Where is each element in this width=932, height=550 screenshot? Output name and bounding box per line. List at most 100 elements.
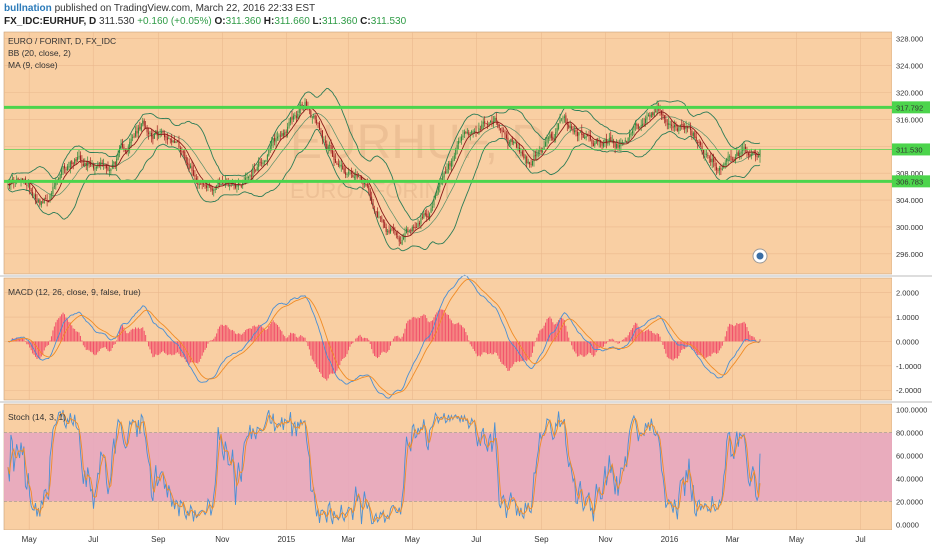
candle-body [455, 149, 457, 156]
candle-body [752, 152, 754, 155]
candle-body [714, 162, 716, 167]
candle-body [513, 141, 515, 144]
candle-body [278, 135, 280, 137]
ma-indicator-label[interactable]: MA (9, close) [8, 60, 58, 70]
candle-body [458, 140, 460, 145]
time-tick-label: Jul [88, 535, 98, 544]
candle-body [72, 163, 74, 165]
candle-body [504, 132, 506, 135]
candle-body [663, 115, 665, 119]
candle-body [503, 131, 505, 132]
candle-body [324, 140, 326, 144]
candle-body [481, 124, 483, 130]
candle-body [376, 211, 378, 218]
candle-body [298, 108, 300, 113]
candle-body [272, 138, 274, 143]
author-link[interactable]: bullnation [4, 3, 52, 14]
candle-body [550, 133, 552, 138]
candle-body [731, 159, 733, 161]
candle-body [662, 113, 664, 116]
candle-body [385, 227, 387, 232]
candle-body [756, 156, 758, 158]
candle-body [707, 154, 709, 157]
candle-body [671, 124, 673, 126]
candle-body [194, 174, 196, 177]
candle-body [624, 140, 626, 142]
candle-body [152, 135, 154, 140]
candle-body [647, 114, 649, 117]
candle-body [702, 149, 705, 154]
candle-body [187, 162, 189, 165]
stoch-tick-label: 40.0000 [896, 474, 923, 483]
candle-body [82, 163, 84, 166]
price-tick-label: 328.000 [896, 35, 923, 44]
candle-body [36, 198, 38, 203]
candle-body [411, 227, 413, 232]
candle-body [633, 125, 635, 130]
candle-body [755, 154, 757, 157]
candle-body [17, 178, 19, 181]
candle-body [375, 211, 377, 213]
bb-indicator-label[interactable]: BB (20, close, 2) [8, 48, 71, 58]
candle-body [495, 117, 497, 121]
candle-body [514, 141, 516, 143]
candle-body [394, 231, 396, 233]
stoch-pane-title[interactable]: Stoch (14, 3, 1) [8, 412, 66, 422]
price-tick-label: 300.000 [896, 223, 923, 232]
candle-body [694, 132, 696, 138]
candle-body [339, 165, 341, 167]
candle-body [175, 141, 177, 144]
candle-body [565, 115, 567, 123]
candle-body [121, 143, 123, 148]
candle-body [552, 136, 554, 141]
candle-body [363, 182, 365, 184]
candle-body [637, 124, 639, 129]
candle-body [413, 226, 415, 228]
candle-body [323, 139, 325, 141]
candle-body [249, 175, 251, 177]
candle-body [527, 161, 529, 164]
candle-body [203, 183, 205, 185]
candle-body [639, 126, 641, 128]
candle-body [726, 158, 728, 162]
candle-body [416, 227, 418, 228]
candle-body [743, 147, 745, 151]
candle-body [365, 184, 367, 186]
candle-body [403, 237, 405, 240]
candle-body [290, 117, 292, 123]
price-tick-label: 320.000 [896, 89, 923, 98]
candle-body [169, 138, 171, 140]
candle-body [292, 115, 294, 120]
candle-body [282, 133, 284, 136]
candle-body [287, 126, 289, 133]
candle-body [721, 168, 723, 170]
macd-pane-title[interactable]: MACD (12, 26, close, 9, false, true) [8, 287, 141, 297]
candle-body [549, 134, 551, 139]
candle-body [84, 163, 86, 167]
candle-body [618, 145, 620, 148]
candle-body [520, 151, 522, 153]
candle-body [65, 169, 67, 171]
candle-body [317, 122, 319, 124]
candle-body [63, 165, 66, 169]
candle-body [321, 130, 323, 139]
candle-body [660, 110, 662, 115]
time-tick-label: Jul [855, 535, 865, 544]
candle-body [433, 199, 435, 206]
candle-body [560, 118, 563, 120]
candle-body [211, 188, 213, 191]
candle-body [478, 127, 480, 135]
candle-body [132, 137, 134, 138]
time-tick-label: 2016 [661, 535, 679, 544]
candle-body [727, 156, 729, 160]
candle-body [145, 126, 147, 128]
candle-body [708, 156, 710, 158]
candle-body [510, 139, 512, 142]
candle-body [463, 131, 465, 135]
candle-body [640, 124, 642, 127]
candle-body [340, 164, 342, 167]
event-marker-icon-core [756, 252, 764, 260]
candle-body [498, 124, 500, 129]
candle-body [592, 143, 594, 147]
candle-body [171, 139, 173, 143]
